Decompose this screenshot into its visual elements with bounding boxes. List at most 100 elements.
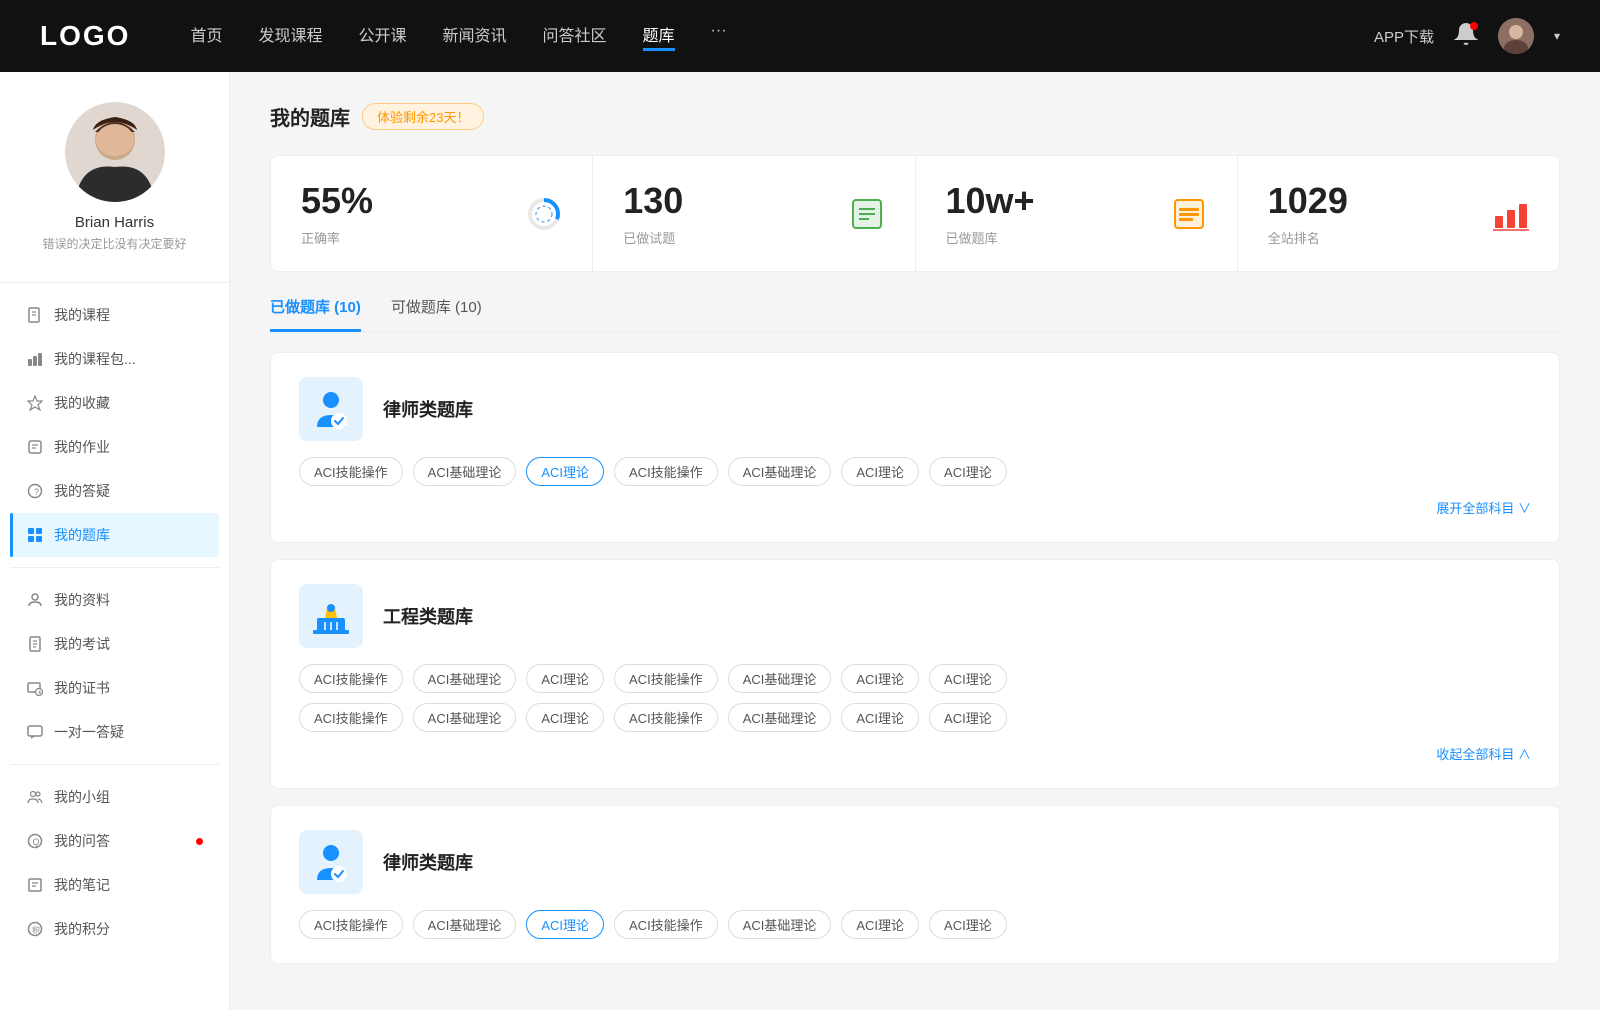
tag[interactable]: ACI理论 (929, 703, 1007, 732)
engineer-icon (299, 584, 363, 648)
main-content: 我的题库 体验剩余23天！ 55% 正确率 (230, 72, 1600, 1010)
sidebar-item-qa[interactable]: ? 我的答疑 (10, 469, 219, 513)
nav-open-course[interactable]: 公开课 (358, 22, 406, 51)
nav-discover[interactable]: 发现课程 (258, 22, 322, 51)
stat-rank: 1029 全站排名 (1238, 156, 1559, 271)
sidebar-item-points[interactable]: 积 我的积分 (10, 907, 219, 951)
bank-card-lawyer-1: 律师类题库 ACI技能操作 ACI基础理论 ACI理论 ACI技能操作 ACI基… (270, 352, 1560, 543)
lawyer-icon (299, 377, 363, 441)
rank-icon (1493, 196, 1529, 232)
stat-banks-done: 10w+ 已做题库 (916, 156, 1238, 271)
tag[interactable]: ACI技能操作 (614, 910, 718, 939)
nav-right: APP下载 ▾ (1374, 18, 1560, 54)
tag[interactable]: ACI理论 (841, 910, 919, 939)
bank-card-engineer: 工程类题库 ACI技能操作 ACI基础理论 ACI理论 ACI技能操作 ACI基… (270, 559, 1560, 789)
cert-icon: ★ (26, 679, 44, 697)
tag[interactable]: ACI技能操作 (614, 457, 718, 486)
bank-tags-engineer-row2: ACI技能操作 ACI基础理论 ACI理论 ACI技能操作 ACI基础理论 AC… (299, 703, 1531, 732)
sidebar-item-question-bank[interactable]: 我的题库 (10, 513, 219, 557)
app-download[interactable]: APP下载 (1374, 26, 1434, 47)
sidebar-item-favorites[interactable]: 我的收藏 (10, 381, 219, 425)
bell-button[interactable] (1454, 22, 1478, 51)
tag[interactable]: ACI基础理论 (728, 910, 832, 939)
sidebar-item-my-qa[interactable]: Q 我的问答 (10, 819, 219, 863)
bank-card-lawyer-2: 律师类题库 ACI技能操作 ACI基础理论 ACI理论 ACI技能操作 ACI基… (270, 805, 1560, 964)
sidebar-item-certificate[interactable]: ★ 我的证书 (10, 666, 219, 710)
sidebar-profile: Brian Harris 错误的决定比没有决定要好 (0, 72, 229, 272)
svg-text:★: ★ (38, 690, 43, 696)
bank-card-header-lawyer-2: 律师类题库 (299, 830, 1531, 894)
my-qa-icon: Q (26, 832, 44, 850)
bank-card-header-engineer: 工程类题库 (299, 584, 1531, 648)
tag[interactable]: ACI基础理论 (413, 664, 517, 693)
tag[interactable]: ACI理论 (841, 703, 919, 732)
sidebar-item-course-pack[interactable]: 我的课程包... (10, 337, 219, 381)
tag[interactable]: ACI理论 (841, 457, 919, 486)
tag[interactable]: ACI理论 (526, 457, 604, 486)
questions-done-icon (849, 196, 885, 232)
stat-value-accuracy: 55% (301, 180, 373, 222)
exam-icon (26, 635, 44, 653)
accuracy-chart-icon (526, 196, 562, 232)
bank-tags-lawyer-2: ACI技能操作 ACI基础理论 ACI理论 ACI技能操作 ACI基础理论 AC… (299, 910, 1531, 939)
stat-label-questions: 已做试题 (623, 228, 683, 247)
stat-value-questions: 130 (623, 180, 683, 222)
bank-title-lawyer-2: 律师类题库 (383, 849, 473, 875)
tab-available[interactable]: 可做题库 (10) (391, 296, 482, 332)
user-avatar[interactable] (1498, 18, 1534, 54)
sidebar-username: Brian Harris (20, 214, 209, 231)
sidebar-item-notes[interactable]: 我的笔记 (10, 863, 219, 907)
nav-quiz[interactable]: 题库 (643, 22, 675, 51)
stat-accuracy: 55% 正确率 (271, 156, 593, 271)
nav-qa[interactable]: 问答社区 (543, 22, 607, 51)
tag[interactable]: ACI基础理论 (413, 703, 517, 732)
sidebar-item-label: 我的答疑 (54, 481, 203, 501)
tag[interactable]: ACI技能操作 (299, 664, 403, 693)
note-icon (26, 876, 44, 894)
tag[interactable]: ACI基础理论 (413, 910, 517, 939)
points-icon: 积 (26, 920, 44, 938)
sidebar-item-homework[interactable]: 我的作业 (10, 425, 219, 469)
tag[interactable]: ACI理论 (841, 664, 919, 693)
sidebar-item-label: 我的笔记 (54, 875, 203, 895)
sidebar-item-exam[interactable]: 我的考试 (10, 622, 219, 666)
tag[interactable]: ACI技能操作 (299, 910, 403, 939)
bank-card-header: 律师类题库 (299, 377, 1531, 441)
sidebar-item-profile[interactable]: 我的资料 (10, 578, 219, 622)
nav-more[interactable]: ··· (711, 22, 727, 51)
collapse-link-engineer[interactable]: 收起全部科目 ∧ (1436, 747, 1531, 762)
nav-home[interactable]: 首页 (190, 22, 222, 51)
sidebar-divider-top (0, 282, 229, 283)
sidebar-item-tutoring[interactable]: 一对一答疑 (10, 710, 219, 754)
sidebar-item-group[interactable]: 我的小组 (10, 775, 219, 819)
tag[interactable]: ACI技能操作 (614, 703, 718, 732)
tag[interactable]: ACI理论 (929, 457, 1007, 486)
sidebar-item-my-course[interactable]: 我的课程 (10, 293, 219, 337)
tag[interactable]: ACI技能操作 (299, 457, 403, 486)
tag[interactable]: ACI理论 (526, 703, 604, 732)
tag[interactable]: ACI基础理论 (728, 664, 832, 693)
tag[interactable]: ACI理论 (929, 910, 1007, 939)
tag[interactable]: ACI技能操作 (299, 703, 403, 732)
trial-badge: 体验剩余23天！ (362, 103, 484, 130)
bank-title-engineer: 工程类题库 (383, 603, 473, 629)
person-icon (26, 591, 44, 609)
sidebar-item-label: 我的资料 (54, 590, 203, 610)
user-chevron-icon[interactable]: ▾ (1554, 29, 1560, 43)
stat-value-banks: 10w+ (946, 180, 1035, 222)
expand-link-1[interactable]: 展开全部科目 ∨ (1436, 501, 1531, 516)
tag[interactable]: ACI技能操作 (614, 664, 718, 693)
page-title: 我的题库 (270, 102, 350, 131)
tag[interactable]: ACI理论 (526, 910, 604, 939)
tab-done[interactable]: 已做题库 (10) (270, 296, 361, 332)
tag[interactable]: ACI基础理论 (728, 457, 832, 486)
tag[interactable]: ACI理论 (526, 664, 604, 693)
stat-label-banks: 已做题库 (946, 228, 1035, 247)
star-icon (26, 394, 44, 412)
tag[interactable]: ACI基础理论 (728, 703, 832, 732)
tag[interactable]: ACI基础理论 (413, 457, 517, 486)
logo: LOGO (40, 20, 130, 52)
sidebar-divider-1 (10, 567, 219, 568)
tag[interactable]: ACI理论 (929, 664, 1007, 693)
nav-news[interactable]: 新闻资讯 (443, 22, 507, 51)
